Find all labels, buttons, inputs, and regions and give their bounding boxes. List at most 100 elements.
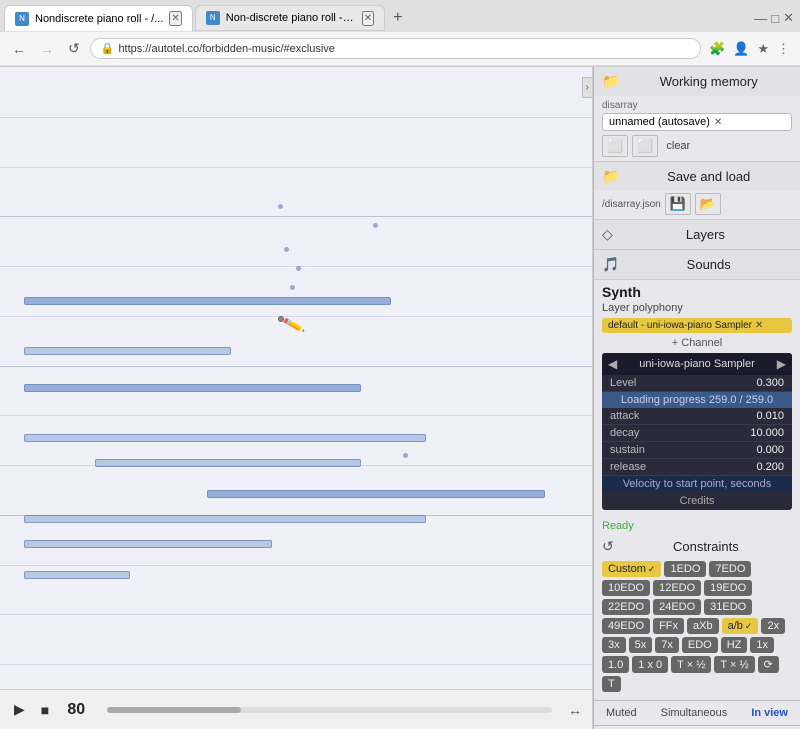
url-text: https://autotel.co/forbidden-music/#excl… [118, 43, 690, 55]
decay-row[interactable]: decay 10.000 [602, 425, 792, 442]
level-row: Level 0.300 [602, 375, 792, 392]
layers-header[interactable]: ◇ Layers [594, 220, 800, 249]
bottom-bar: Muted Simultaneous In view [594, 700, 800, 725]
constraint-btn-5x[interactable]: 5x [629, 637, 653, 653]
constraint-btn-ab[interactable]: a/b✓ [722, 618, 759, 634]
tab-close-btn[interactable]: ✕ [169, 11, 181, 26]
sampler-name: uni-iowa-piano Sampler [617, 358, 777, 370]
constraint-btn-ffx[interactable]: FFx [653, 618, 684, 634]
sounds-header[interactable]: 🎵 Sounds [594, 250, 800, 279]
working-memory-header[interactable]: 📁 Working memory [594, 67, 800, 96]
expand-btn[interactable]: ↔ [568, 702, 582, 718]
constraint-btn-t[interactable]: T × ½ [714, 656, 754, 673]
sounds-icon: 🎵 [602, 256, 619, 273]
note-bar[interactable] [24, 347, 231, 355]
constraint-btn-1x[interactable]: 1x [750, 637, 774, 653]
forward-btn[interactable]: → [36, 39, 58, 59]
tab-active[interactable]: N Nondiscrete piano roll - /... ✕ [4, 5, 193, 31]
load-file-btn[interactable]: 📂 [695, 193, 721, 215]
constraint-btn-12edo[interactable]: 12EDO [653, 580, 701, 596]
constraint-btn-edo[interactable]: EDO [682, 637, 718, 653]
piano-roll-grid[interactable]: ✏️ [0, 67, 592, 689]
stop-btn[interactable]: ■ [37, 698, 53, 722]
tab2-close-btn[interactable]: ✕ [362, 11, 374, 26]
right-panel: 📁 Working memory disarray unnamed (autos… [593, 67, 800, 729]
piano-roll[interactable]: ✏️ › ▶ ■ 80 ↔ [0, 67, 593, 729]
bookmark-btn[interactable]: ★ [755, 39, 771, 59]
level-value: 0.300 [756, 377, 784, 389]
working-memory-title: Working memory [625, 74, 792, 89]
sampler-prev-btn[interactable]: ◀ [608, 357, 617, 371]
constraint-btn-22edo[interactable]: 22EDO [602, 599, 650, 615]
release-value: 0.200 [756, 461, 784, 473]
constraint-btn-2x[interactable]: 2x [761, 618, 785, 634]
note-bar[interactable] [24, 515, 427, 523]
file-close-btn[interactable]: ✕ [714, 117, 722, 128]
constraints-title: Constraints [620, 539, 792, 554]
constraint-btn-19edo[interactable]: 19EDO [704, 580, 752, 596]
constraint-btn-hz[interactable]: HZ [721, 637, 748, 653]
simultaneous-btn[interactable]: Simultaneous [657, 705, 732, 721]
note-bar[interactable] [24, 297, 391, 305]
muted-btn[interactable]: Muted [602, 705, 641, 721]
sustain-row[interactable]: sustain 0.000 [602, 442, 792, 459]
file-row: unnamed (autosave) ✕ [602, 113, 792, 131]
velocity-row[interactable]: Velocity to start point, seconds [602, 476, 792, 492]
constraint-btn-custom[interactable]: Custom✓ [602, 561, 661, 577]
sampler-next-btn[interactable]: ▶ [777, 357, 786, 371]
constraint-btn-7edo[interactable]: 7EDO [709, 561, 751, 577]
save-file-btn[interactable]: 💾 [665, 193, 691, 215]
save-load-header[interactable]: 📁 Save and load [594, 162, 800, 191]
constraint-btn-31edo[interactable]: 31EDO [704, 599, 752, 615]
note-bar[interactable] [24, 384, 361, 392]
polyphony-tag[interactable]: default - uni-iowa-piano Sampler ✕ [602, 318, 792, 333]
status-row: Ready [594, 518, 800, 534]
in-view-btn[interactable]: In view [747, 705, 792, 721]
back-btn[interactable]: ← [8, 39, 30, 59]
progress-bar[interactable] [107, 707, 552, 713]
constraint-btn-1edo[interactable]: 1EDO [664, 561, 706, 577]
clear-btn[interactable]: clear [666, 140, 690, 152]
attack-row[interactable]: attack 0.010 [602, 408, 792, 425]
release-row[interactable]: release 0.200 [602, 459, 792, 476]
note-bar[interactable] [207, 490, 544, 498]
decay-label: decay [610, 427, 750, 439]
new-tab-button[interactable]: + [385, 5, 410, 31]
credits-btn[interactable]: Credits [602, 492, 792, 510]
constraint-btn-7x[interactable]: 7x [655, 637, 679, 653]
constraint-btn-3x[interactable]: 3x [602, 637, 626, 653]
constraint-btn-49edo[interactable]: 49EDO [602, 618, 650, 634]
extensions-btn[interactable]: 🧩 [707, 39, 727, 59]
constraint-btn-24edo[interactable]: 24EDO [653, 599, 701, 615]
constraint-btn-10[interactable]: 1.0 [602, 656, 629, 673]
wm-paste-btn[interactable]: ⬜ [632, 135, 658, 157]
close-window-btn[interactable]: ✕ [781, 8, 796, 28]
wm-copy-btn[interactable]: ⬜ [602, 135, 628, 157]
constraint-btn-1x0[interactable]: 1 x 0 [632, 656, 668, 673]
constraint-btn-t[interactable]: T × ½ [671, 656, 711, 673]
note-bar[interactable] [24, 571, 131, 579]
constraint-btn-[interactable]: ⟳ [758, 656, 779, 673]
add-channel-btn[interactable]: + Channel [602, 337, 792, 349]
maximize-btn[interactable]: □ [769, 9, 781, 28]
note-bar[interactable] [95, 459, 361, 467]
constraint-btn-axb[interactable]: aXb [687, 618, 719, 634]
polyphony-close-btn[interactable]: ✕ [755, 320, 763, 331]
play-btn[interactable]: ▶ [10, 697, 29, 722]
tab2-label: Non-discrete piano roll - Aut... [226, 12, 356, 24]
constraint-btn-10edo[interactable]: 10EDO [602, 580, 650, 596]
refresh-icon[interactable]: ↺ [602, 538, 614, 555]
tab-inactive[interactable]: N Non-discrete piano roll - Aut... ✕ [195, 5, 385, 31]
note-bar[interactable] [24, 540, 273, 548]
constraint-btn-t[interactable]: T [602, 676, 621, 692]
dot-note [290, 285, 295, 290]
reload-btn[interactable]: ↺ [64, 38, 84, 59]
address-bar[interactable]: 🔒 https://autotel.co/forbidden-music/#ex… [90, 38, 701, 59]
dot-note [296, 266, 301, 271]
profile-btn[interactable]: 👤 [731, 39, 751, 59]
sounds-section: 🎵 Sounds [594, 250, 800, 280]
settings-btn[interactable]: ⋮ [775, 39, 792, 59]
panel-collapse-btn[interactable]: › [582, 77, 592, 98]
note-bar[interactable] [24, 434, 427, 442]
minimize-btn[interactable]: — [752, 9, 769, 28]
